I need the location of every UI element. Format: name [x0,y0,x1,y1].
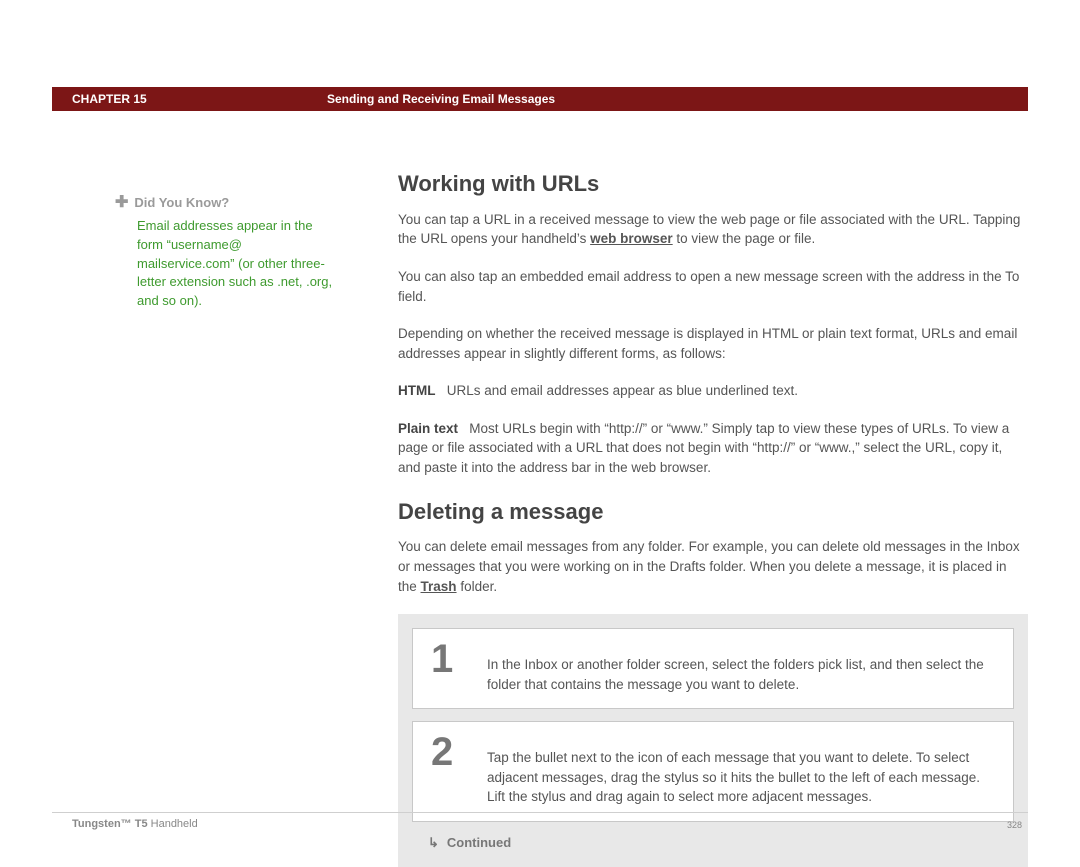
chapter-header-bar: CHAPTER 15 Sending and Receiving Email M… [52,87,1028,111]
main-content: Working with URLs You can tap a URL in a… [398,168,1028,867]
step-2: 2 Tap the bullet next to the icon of eac… [412,721,1014,822]
heading-working-with-urls: Working with URLs [398,168,1028,200]
footer-product-rest: Handheld [148,818,198,830]
plus-icon: ✚ [115,195,128,211]
step-text: In the Inbox or another folder screen, s… [487,639,995,694]
paragraph: You can tap a URL in a received message … [398,210,1028,249]
footer-product-bold: Tungsten™ T5 [72,818,148,830]
did-you-know-label: Did You Know? [134,194,229,213]
paragraph-html-format: HTML URLs and email addresses appear as … [398,381,1028,401]
footer-page-number: 328 [1007,820,1022,830]
link-trash[interactable]: Trash [421,579,457,594]
continued-label: Continued [447,834,511,853]
text: URLs and email addresses appear as blue … [447,383,798,398]
did-you-know-body: Email addresses appear in the form “user… [137,217,340,311]
step-text: Tap the bullet next to the icon of each … [487,732,995,807]
text: Most URLs begin with “http://” or “www.”… [398,421,1009,475]
paragraph: You can delete email messages from any f… [398,537,1028,596]
paragraph: Depending on whether the received messag… [398,324,1028,363]
footer-product-name: Tungsten™ T5 Handheld [72,818,198,830]
chapter-title: Sending and Receiving Email Messages [327,92,555,106]
continued-indicator: ↳ Continued [412,834,1014,859]
continued-arrow-icon: ↳ [428,834,439,853]
text: to view the page or file. [673,231,816,246]
run-in-label: HTML [398,383,436,398]
step-number: 1 [431,639,461,679]
paragraph: You can also tap an embedded email addre… [398,267,1028,306]
chapter-label: CHAPTER 15 [52,92,327,106]
steps-container: 1 In the Inbox or another folder screen,… [398,614,1028,867]
footer-divider [52,812,1028,813]
sidebar-did-you-know: ✚ Did You Know? Email addresses appear i… [115,194,340,311]
heading-deleting-a-message: Deleting a message [398,496,1028,528]
run-in-label: Plain text [398,421,458,436]
step-1: 1 In the Inbox or another folder screen,… [412,628,1014,709]
did-you-know-heading: ✚ Did You Know? [115,194,340,213]
page: CHAPTER 15 Sending and Receiving Email M… [0,0,1080,834]
step-number: 2 [431,732,461,772]
paragraph-plain-text-format: Plain text Most URLs begin with “http://… [398,419,1028,478]
link-web-browser[interactable]: web browser [590,231,673,246]
text: folder. [457,579,498,594]
